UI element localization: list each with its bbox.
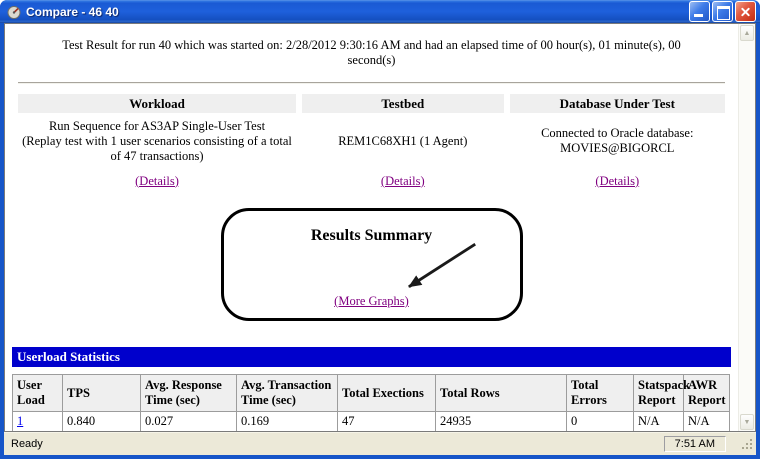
col-statspack-report: Statspack Report [633,374,690,412]
info-body-row: Run Sequence for AS3AP Single-User Test … [18,113,725,169]
cell-total-errors: 0 [566,411,634,431]
resize-grip[interactable] [740,436,754,452]
report-content: Test Result for run 40 which was started… [5,24,738,431]
workload-details-link[interactable]: (Details) [135,174,179,188]
info-header-workload: Workload [18,94,296,113]
stats-data-row: 1 0.840 0.027 0.169 47 24935 0 N/A N/A [12,411,730,431]
testbed-description: REM1C68XH1 (1 Agent) [302,113,504,169]
database-details-link[interactable]: (Details) [595,174,639,188]
cell-avg-transaction-time: 0.169 [236,411,338,431]
workload-line-2: (Replay test with 1 user scenarios consi… [22,133,292,163]
workload-description: Run Sequence for AS3AP Single-User Test … [18,113,296,169]
col-avg-response-time: Avg. Response Time (sec) [140,374,237,412]
window-title: Compare - 46 40 [26,4,119,19]
database-line-2: MOVIES@BIGORCL [560,141,675,155]
results-summary-box: Results Summary (More Graphs) [220,208,523,321]
results-summary-title: Results Summary [310,227,433,244]
col-user-load: User Load [12,374,63,412]
more-graphs-link[interactable]: (More Graphs) [224,294,520,309]
horizontal-divider [18,82,725,84]
status-bar: Ready 7:51 AM [4,432,756,455]
minimize-button[interactable] [689,1,710,22]
database-description: Connected to Oracle database: MOVIES@BIG… [510,113,725,169]
close-button[interactable] [735,1,756,22]
info-header-testbed: Testbed [302,94,504,113]
cell-total-rows: 24935 [435,411,567,431]
database-line-1: Connected to Oracle database: [541,126,694,140]
maximize-button[interactable] [712,1,733,22]
testbed-details-link[interactable]: (Details) [381,174,425,188]
test-result-summary-line: Test Result for run 40 which was started… [62,38,681,67]
status-time: 7:51 AM [663,436,726,452]
userload-statistics-header: Userload Statistics [12,347,731,367]
scroll-up-button chevron-up-icon[interactable] [740,25,754,41]
window-frame: Test Result for run 40 which was started… [4,23,756,455]
userload-statistics-table: User Load TPS Avg. Response Time (sec) A… [12,374,730,431]
info-header-database: Database Under Test [509,94,725,113]
col-total-errors: Total Errors [566,374,634,412]
col-tps: TPS [62,374,141,412]
info-links-row: (Details) (Details) (Details) [18,169,725,193]
cell-statspack-report: N/A [633,411,684,431]
stats-header-row: User Load TPS Avg. Response Time (sec) A… [12,374,730,412]
vertical-scrollbar[interactable] [738,24,755,431]
cell-tps: 0.840 [62,411,141,431]
info-header-row: Workload Testbed Database Under Test [18,94,725,113]
workload-line-1: Run Sequence for AS3AP Single-User Test [48,118,266,133]
window-controls [689,1,756,22]
col-avg-transaction-time: Avg. Transaction Time (sec) [236,374,338,412]
scroll-down-button chevron-down-icon[interactable] [740,414,754,430]
status-text: Ready [11,438,43,450]
user-load-link[interactable]: 1 [17,414,23,428]
col-total-executions: Total Exections [337,374,436,412]
col-awr-report: AWR Report [683,374,730,412]
testbed-line-1: REM1C68XH1 (1 Agent) [338,133,468,148]
window-body: Test Result for run 40 which was started… [4,23,756,432]
app-icon [6,4,22,20]
col-total-rows: Total Rows [435,374,567,412]
cell-avg-response-time: 0.027 [140,411,237,431]
cell-awr-report: N/A [683,411,730,431]
titlebar[interactable]: Compare - 46 40 [0,0,760,23]
app-window: Compare - 46 40 Test Result for run 40 w… [0,0,760,459]
cell-total-executions: 47 [337,411,436,431]
info-table: Workload Testbed Database Under Test Run… [12,94,731,193]
